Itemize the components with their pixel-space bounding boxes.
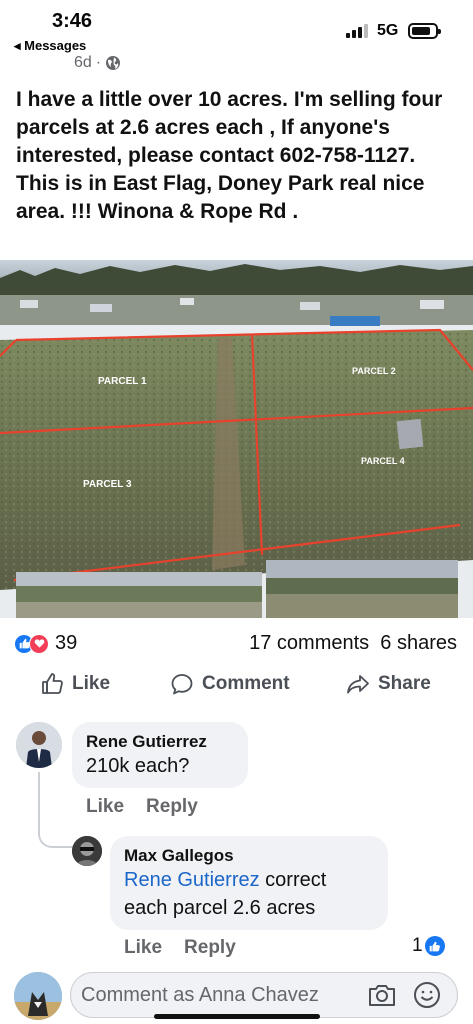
share-arrow-icon	[347, 675, 369, 694]
reply-text-line-1: Rene Gutierrez correct	[124, 866, 374, 894]
reply-like-count[interactable]: 1	[412, 935, 445, 957]
post-photo[interactable]: PARCEL 1 PARCEL 2 PARCEL 3 PARCEL 4	[0, 260, 473, 618]
current-user-avatar[interactable]	[14, 972, 62, 1020]
mention-link[interactable]: Rene Gutierrez	[124, 869, 260, 891]
comment-author-name[interactable]: Rene Gutierrez	[86, 732, 234, 752]
back-to-messages-link[interactable]: ◂ Messages	[14, 38, 86, 54]
parcel-1-label: PARCEL 1	[98, 376, 147, 387]
parcel-3-label: PARCEL 3	[83, 479, 132, 490]
home-indicator[interactable]	[154, 1014, 320, 1019]
comment-button[interactable]: Comment	[170, 672, 290, 696]
meta-separator: ·	[95, 54, 102, 71]
reaction-summary[interactable]: 39	[14, 632, 77, 655]
parcel-4-label: PARCEL 4	[361, 456, 405, 466]
thumbs-up-icon	[42, 673, 63, 694]
comment-bubble[interactable]: Rene Gutierrez 210k each?	[72, 722, 248, 788]
smiley-icon[interactable]	[413, 981, 441, 1009]
love-reaction-icon	[29, 633, 49, 654]
comments-shares-count[interactable]: 17 comments 6 shares	[249, 632, 457, 655]
post-action-bar: Like Comment Share	[0, 672, 473, 706]
post-meta: 6d ·	[74, 54, 121, 72]
comment-input[interactable]	[81, 973, 361, 1017]
share-button[interactable]: Share	[346, 672, 431, 696]
comment-like-button[interactable]: Like	[86, 796, 124, 818]
reaction-count: 39	[55, 632, 78, 654]
comment-composer[interactable]	[70, 972, 458, 1018]
like-button[interactable]: Like	[40, 672, 110, 696]
status-time: 3:46	[52, 10, 93, 32]
comment-text: 210k each?	[86, 755, 190, 777]
comment-reply-button[interactable]: Reply	[146, 796, 198, 818]
post-text: I have a little over 10 acres. I'm selli…	[16, 88, 443, 223]
like-button-label: Like	[72, 673, 111, 694]
status-bar: 3:46 ◂ Messages 5G	[0, 0, 473, 56]
reply-reply-button[interactable]: Reply	[184, 937, 236, 959]
comment-actions: Like Reply	[86, 796, 198, 818]
camera-icon[interactable]	[367, 982, 397, 1008]
reply-actions: Like Reply	[124, 937, 236, 959]
reply-text: correct	[259, 869, 327, 891]
comment-button-label: Comment	[202, 673, 290, 694]
commenter-avatar[interactable]	[16, 722, 62, 768]
speech-bubble-icon	[171, 674, 193, 695]
signal-icon	[346, 24, 370, 38]
reply-bubble[interactable]: Max Gallegos Rene Gutierrez correct each…	[110, 836, 388, 930]
reply-like-button[interactable]: Like	[124, 937, 162, 959]
reply-author-name[interactable]: Max Gallegos	[124, 846, 374, 866]
share-button-label: Share	[378, 673, 431, 694]
post-age[interactable]: 6d	[74, 54, 92, 72]
network-type: 5G	[377, 22, 399, 39]
reply-author-avatar[interactable]	[72, 836, 102, 866]
reply-text-line-2: each parcel 2.6 acres	[124, 897, 316, 919]
reply-like-count-value: 1	[412, 935, 423, 956]
battery-icon	[408, 23, 441, 39]
globe-icon	[106, 56, 121, 70]
parcel-2-label: PARCEL 2	[352, 366, 396, 376]
like-reaction-icon	[424, 936, 445, 956]
